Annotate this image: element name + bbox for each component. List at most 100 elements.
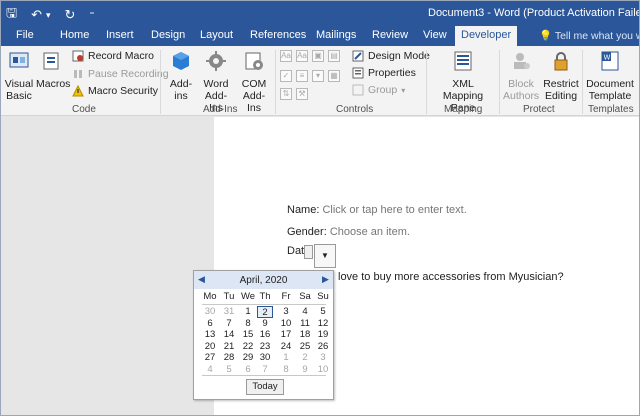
- save-icon[interactable]: 🖫: [6, 4, 17, 26]
- tab-layout[interactable]: Layout: [200, 29, 233, 41]
- tab-mailings[interactable]: Mailings: [316, 29, 356, 41]
- calendar-day[interactable]: 12: [315, 318, 331, 330]
- block-authors-button[interactable]: Block Authors: [502, 50, 540, 102]
- calendar-day[interactable]: 22: [240, 341, 256, 353]
- content-control-handle[interactable]: [304, 245, 313, 259]
- date-picker-dropdown-button[interactable]: ▼: [314, 244, 336, 268]
- document-template-button[interactable]: W Document Template: [584, 50, 636, 102]
- visual-basic-button[interactable]: Visual Basic: [4, 50, 34, 102]
- calendar-day[interactable]: 16: [257, 329, 273, 341]
- weekday-label: Sa: [299, 291, 311, 302]
- calendar-day[interactable]: 10: [315, 364, 331, 376]
- calendar-day[interactable]: 2: [297, 352, 313, 364]
- calendar-day[interactable]: 7: [221, 318, 237, 330]
- calendar-day[interactable]: 24: [278, 341, 294, 353]
- undo-dropdown-icon[interactable]: ▾: [46, 10, 51, 21]
- picture-control-icon[interactable]: ▣: [312, 50, 324, 62]
- calendar-day[interactable]: 18: [297, 329, 313, 341]
- calendar-day[interactable]: 6: [240, 364, 256, 376]
- calendar-day[interactable]: 5: [221, 364, 237, 376]
- record-macro-label: Record Macro: [88, 50, 154, 62]
- com-add-ins-button[interactable]: COM Add-Ins: [236, 50, 272, 114]
- pause-icon: [74, 70, 82, 78]
- name-label: Name:: [287, 204, 320, 216]
- building-block-control-icon[interactable]: ▤: [328, 50, 340, 62]
- plain-text-control-icon[interactable]: Aa: [296, 50, 308, 62]
- calendar-day[interactable]: 28: [221, 352, 237, 364]
- calendar-day[interactable]: 19: [315, 329, 331, 341]
- gender-line: Gender: Choose an item.: [287, 226, 410, 238]
- pause-recording-button[interactable]: Pause Recording: [72, 68, 169, 80]
- tab-design[interactable]: Design: [151, 29, 185, 41]
- tell-me-text: Tell me what you want to: [554, 30, 640, 42]
- name-content-control[interactable]: Click or tap here to enter text.: [322, 204, 466, 216]
- calendar-day[interactable]: 23: [257, 341, 273, 353]
- chevron-down-icon: ▼: [321, 251, 329, 260]
- redo-icon[interactable]: ↻: [65, 7, 76, 23]
- add-ins-icon: [173, 52, 189, 70]
- tab-references[interactable]: References: [250, 29, 306, 41]
- macros-button[interactable]: Macros: [36, 50, 70, 90]
- calendar-day[interactable]: 9: [257, 318, 273, 330]
- calendar-day[interactable]: 1: [240, 306, 256, 318]
- title-bar: 🖫 ↶ ▾ ↻ ⁼ Document3 - Word (Product Acti…: [0, 0, 640, 26]
- calendar-day[interactable]: 15: [240, 329, 256, 341]
- calendar-day[interactable]: 1: [278, 352, 294, 364]
- record-macro-button[interactable]: Record Macro: [72, 50, 154, 62]
- calendar-day[interactable]: 8: [240, 318, 256, 330]
- tab-home[interactable]: Home: [60, 29, 89, 41]
- tell-me-search[interactable]: 💡 Tell me what you want to: [539, 29, 640, 42]
- tab-review[interactable]: Review: [372, 29, 408, 41]
- calendar-day[interactable]: 10: [278, 318, 294, 330]
- checkbox-control-icon[interactable]: ✓: [280, 70, 292, 82]
- calendar-day[interactable]: 21: [221, 341, 237, 353]
- design-mode-button[interactable]: Design Mode: [352, 50, 430, 62]
- combo-box-control-icon[interactable]: ≡: [296, 70, 308, 82]
- restrict-editing-button[interactable]: Restrict Editing: [542, 50, 580, 102]
- calendar-day[interactable]: 3: [315, 352, 331, 364]
- date-picker-control-icon[interactable]: ▦: [328, 70, 340, 82]
- macro-security-button[interactable]: Macro Security: [72, 85, 158, 97]
- lock-icon: [554, 52, 568, 71]
- calendar-day[interactable]: 11: [297, 318, 313, 330]
- rich-text-control-icon[interactable]: Aa: [280, 50, 292, 62]
- calendar-day[interactable]: 8: [278, 364, 294, 376]
- calendar-day[interactable]: 20: [202, 341, 218, 353]
- gender-dropdown-control[interactable]: Choose an item.: [330, 226, 410, 238]
- tab-developer[interactable]: Developer: [455, 26, 518, 46]
- calendar-day[interactable]: 9: [297, 364, 313, 376]
- calendar-day[interactable]: 26: [315, 341, 331, 353]
- calendar-day[interactable]: 27: [202, 352, 218, 364]
- calendar-day[interactable]: 4: [297, 306, 313, 318]
- tab-insert[interactable]: Insert: [106, 29, 134, 41]
- calendar-day[interactable]: 13: [202, 329, 218, 341]
- calendar-day[interactable]: 17: [278, 329, 294, 341]
- properties-button[interactable]: Properties: [352, 67, 416, 79]
- dropdown-control-icon[interactable]: ▾: [312, 70, 324, 82]
- tab-view[interactable]: View: [423, 29, 447, 41]
- today-button[interactable]: Today: [246, 379, 284, 395]
- properties-icon: [352, 67, 364, 79]
- add-ins-button[interactable]: Add-ins: [166, 50, 196, 102]
- legacy-tools-icon[interactable]: ⚒: [296, 88, 308, 100]
- tab-file[interactable]: File: [16, 29, 34, 41]
- calendar-day[interactable]: 29: [240, 352, 256, 364]
- calendar-day[interactable]: 3: [278, 306, 294, 318]
- calendar-day-selected[interactable]: 2: [257, 306, 273, 318]
- calendar-day[interactable]: 30: [257, 352, 273, 364]
- calendar-divider: [202, 304, 326, 305]
- calendar-day[interactable]: 5: [315, 306, 331, 318]
- calendar-day[interactable]: 14: [221, 329, 237, 341]
- calendar-day[interactable]: 25: [297, 341, 313, 353]
- group-button[interactable]: Group ▾: [352, 84, 405, 96]
- undo-icon[interactable]: ↶: [31, 7, 42, 23]
- next-month-icon[interactable]: ▶: [322, 274, 329, 285]
- repeating-section-control-icon[interactable]: ⇅: [280, 88, 292, 100]
- calendar-header: ◀ April, 2020 ▶: [194, 271, 333, 289]
- calendar-day[interactable]: 7: [257, 364, 273, 376]
- calendar-day[interactable]: 31: [221, 306, 237, 318]
- calendar-day[interactable]: 6: [202, 318, 218, 330]
- calendar-day[interactable]: 30: [202, 306, 218, 318]
- calendar-day[interactable]: 4: [202, 364, 218, 376]
- customize-qat-icon[interactable]: ⁼: [89, 10, 94, 21]
